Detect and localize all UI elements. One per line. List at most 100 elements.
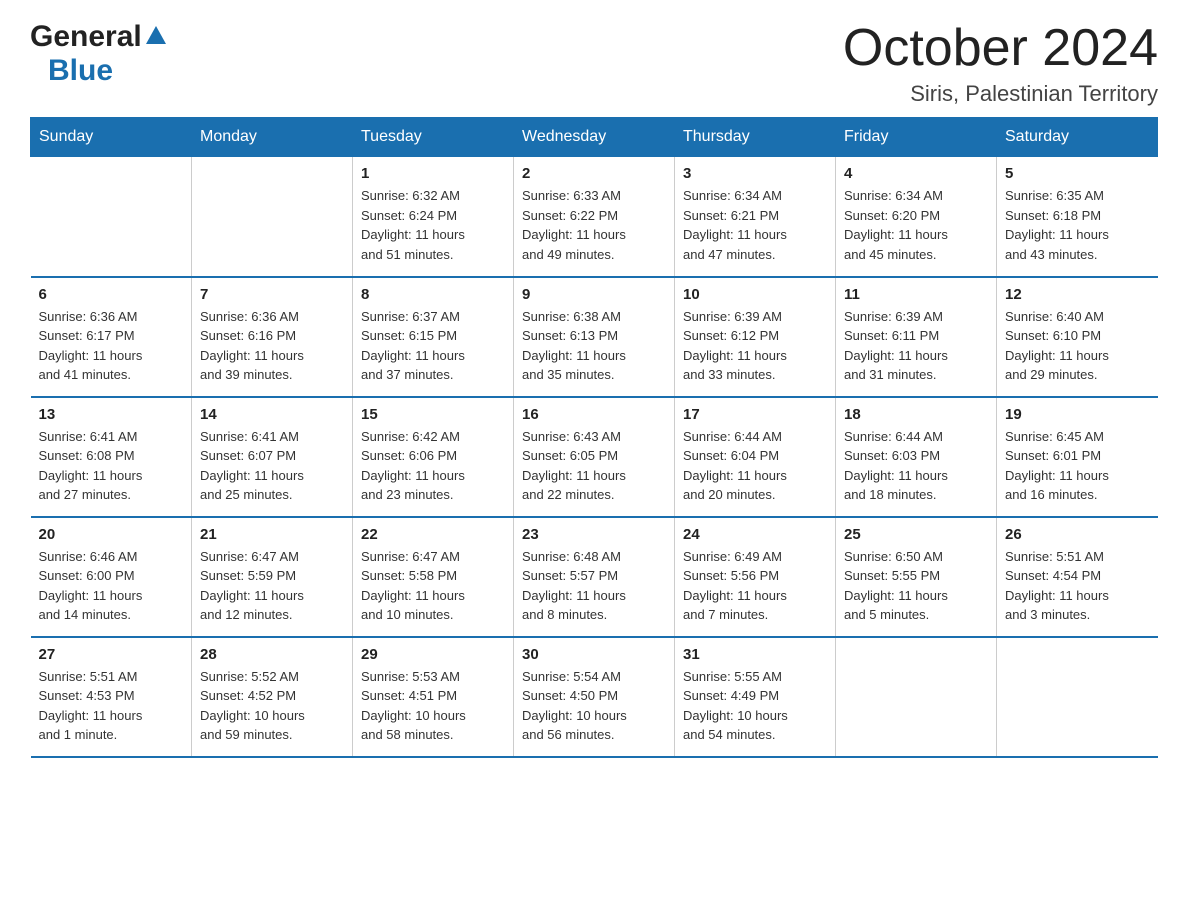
day-cell: 12Sunrise: 6:40 AMSunset: 6:10 PMDayligh… <box>997 277 1158 397</box>
day-cell: 2 Sunrise: 6:33 AMSunset: 6:22 PMDaylight… <box>514 157 675 277</box>
day-number: 1 <box>361 165 505 182</box>
day-cell: 22 Sunrise: 6:47 AMSunset: 5:58 PMDayligh… <box>353 517 514 637</box>
day-info: Sunrise: 6:50 AMSunset: 5:55 PMDaylight:… <box>844 547 988 625</box>
day-cell: 8 Sunrise: 6:37 AMSunset: 6:15 PMDaylight… <box>353 277 514 397</box>
day-cell: 11 Sunrise: 6:39 AMSunset: 6:11 PMDayligh… <box>836 277 997 397</box>
day-cell: 16Sunrise: 6:43 AMSunset: 6:05 PMDayligh… <box>514 397 675 517</box>
day-number: 6 <box>39 286 184 303</box>
day-cell: 4Sunrise: 6:34 AMSunset: 6:20 PMDaylight… <box>836 157 997 277</box>
day-cell: 29 Sunrise: 5:53 AMSunset: 4:51 PMDayligh… <box>353 637 514 757</box>
day-cell: 17 Sunrise: 6:44 AMSunset: 6:04 PMDayligh… <box>675 397 836 517</box>
day-number: 26 <box>1005 526 1150 543</box>
day-cell <box>192 157 353 277</box>
title-section: October 2024 Siris, Palestinian Territor… <box>843 20 1158 107</box>
logo-blue-text: Blue <box>48 54 113 88</box>
header-cell-tuesday: Tuesday <box>353 118 514 157</box>
day-info: Sunrise: 5:53 AMSunset: 4:51 PMDaylight:… <box>361 667 505 745</box>
header-cell-saturday: Saturday <box>997 118 1158 157</box>
calendar-table: SundayMondayTuesdayWednesdayThursdayFrid… <box>30 117 1158 758</box>
day-number: 22 <box>361 526 505 543</box>
day-number: 5 <box>1005 165 1150 182</box>
day-number: 11 <box>844 286 988 303</box>
day-cell <box>997 637 1158 757</box>
day-info: Sunrise: 5:54 AMSunset: 4:50 PMDaylight:… <box>522 667 666 745</box>
day-info: Sunrise: 6:34 AMSunset: 6:21 PMDaylight:… <box>683 186 827 264</box>
day-number: 8 <box>361 286 505 303</box>
header-row: SundayMondayTuesdayWednesdayThursdayFrid… <box>31 118 1158 157</box>
day-cell: 19 Sunrise: 6:45 AMSunset: 6:01 PMDayligh… <box>997 397 1158 517</box>
day-number: 23 <box>522 526 666 543</box>
logo-general-text: General <box>30 20 142 54</box>
day-info: Sunrise: 6:47 AMSunset: 5:59 PMDaylight:… <box>200 547 344 625</box>
day-cell: 28Sunrise: 5:52 AMSunset: 4:52 PMDayligh… <box>192 637 353 757</box>
day-info: Sunrise: 6:39 AMSunset: 6:11 PMDaylight:… <box>844 307 988 385</box>
location-title: Siris, Palestinian Territory <box>843 81 1158 107</box>
month-title: October 2024 <box>843 20 1158 77</box>
header-cell-friday: Friday <box>836 118 997 157</box>
week-row-1: 1 Sunrise: 6:32 AMSunset: 6:24 PMDaylight… <box>31 157 1158 277</box>
day-cell <box>31 157 192 277</box>
day-cell: 21Sunrise: 6:47 AMSunset: 5:59 PMDayligh… <box>192 517 353 637</box>
day-info: Sunrise: 6:38 AMSunset: 6:13 PMDaylight:… <box>522 307 666 385</box>
day-info: Sunrise: 6:47 AMSunset: 5:58 PMDaylight:… <box>361 547 505 625</box>
day-cell: 9 Sunrise: 6:38 AMSunset: 6:13 PMDaylight… <box>514 277 675 397</box>
day-cell: 6 Sunrise: 6:36 AMSunset: 6:17 PMDaylight… <box>31 277 192 397</box>
day-cell: 5 Sunrise: 6:35 AMSunset: 6:18 PMDaylight… <box>997 157 1158 277</box>
day-cell: 13 Sunrise: 6:41 AMSunset: 6:08 PMDayligh… <box>31 397 192 517</box>
day-cell: 15Sunrise: 6:42 AMSunset: 6:06 PMDayligh… <box>353 397 514 517</box>
day-info: Sunrise: 6:41 AMSunset: 6:08 PMDaylight:… <box>39 427 184 505</box>
logo-triangle-icon <box>146 26 166 44</box>
day-cell: 24Sunrise: 6:49 AMSunset: 5:56 PMDayligh… <box>675 517 836 637</box>
day-number: 17 <box>683 406 827 423</box>
day-number: 31 <box>683 646 827 663</box>
day-info: Sunrise: 6:41 AMSunset: 6:07 PMDaylight:… <box>200 427 344 505</box>
header-cell-thursday: Thursday <box>675 118 836 157</box>
day-info: Sunrise: 6:39 AMSunset: 6:12 PMDaylight:… <box>683 307 827 385</box>
day-number: 18 <box>844 406 988 423</box>
week-row-4: 20Sunrise: 6:46 AMSunset: 6:00 PMDayligh… <box>31 517 1158 637</box>
day-cell: 26Sunrise: 5:51 AMSunset: 4:54 PMDayligh… <box>997 517 1158 637</box>
page-header: General Blue October 2024 Siris, Palesti… <box>30 20 1158 107</box>
day-info: Sunrise: 5:52 AMSunset: 4:52 PMDaylight:… <box>200 667 344 745</box>
day-cell: 18 Sunrise: 6:44 AMSunset: 6:03 PMDayligh… <box>836 397 997 517</box>
day-info: Sunrise: 6:36 AMSunset: 6:17 PMDaylight:… <box>39 307 184 385</box>
week-row-5: 27Sunrise: 5:51 AMSunset: 4:53 PMDayligh… <box>31 637 1158 757</box>
day-info: Sunrise: 6:44 AMSunset: 6:04 PMDaylight:… <box>683 427 827 505</box>
day-info: Sunrise: 6:44 AMSunset: 6:03 PMDaylight:… <box>844 427 988 505</box>
day-number: 29 <box>361 646 505 663</box>
day-cell: 14 Sunrise: 6:41 AMSunset: 6:07 PMDayligh… <box>192 397 353 517</box>
day-cell: 3Sunrise: 6:34 AMSunset: 6:21 PMDaylight… <box>675 157 836 277</box>
week-row-2: 6 Sunrise: 6:36 AMSunset: 6:17 PMDaylight… <box>31 277 1158 397</box>
day-number: 10 <box>683 286 827 303</box>
header-cell-sunday: Sunday <box>31 118 192 157</box>
day-number: 4 <box>844 165 988 182</box>
day-cell: 25 Sunrise: 6:50 AMSunset: 5:55 PMDayligh… <box>836 517 997 637</box>
day-number: 2 <box>522 165 666 182</box>
day-number: 27 <box>39 646 184 663</box>
day-cell: 27Sunrise: 5:51 AMSunset: 4:53 PMDayligh… <box>31 637 192 757</box>
day-cell: 1 Sunrise: 6:32 AMSunset: 6:24 PMDaylight… <box>353 157 514 277</box>
day-info: Sunrise: 6:32 AMSunset: 6:24 PMDaylight:… <box>361 186 505 264</box>
day-number: 19 <box>1005 406 1150 423</box>
calendar-header: SundayMondayTuesdayWednesdayThursdayFrid… <box>31 118 1158 157</box>
calendar-body: 1 Sunrise: 6:32 AMSunset: 6:24 PMDaylight… <box>31 157 1158 757</box>
day-cell: 7 Sunrise: 6:36 AMSunset: 6:16 PMDaylight… <box>192 277 353 397</box>
day-number: 9 <box>522 286 666 303</box>
day-info: Sunrise: 6:45 AMSunset: 6:01 PMDaylight:… <box>1005 427 1150 505</box>
day-info: Sunrise: 6:37 AMSunset: 6:15 PMDaylight:… <box>361 307 505 385</box>
day-info: Sunrise: 6:33 AMSunset: 6:22 PMDaylight:… <box>522 186 666 264</box>
day-number: 14 <box>200 406 344 423</box>
day-info: Sunrise: 6:35 AMSunset: 6:18 PMDaylight:… <box>1005 186 1150 264</box>
day-cell: 31 Sunrise: 5:55 AMSunset: 4:49 PMDayligh… <box>675 637 836 757</box>
day-cell <box>836 637 997 757</box>
day-number: 30 <box>522 646 666 663</box>
day-number: 12 <box>1005 286 1150 303</box>
day-number: 7 <box>200 286 344 303</box>
week-row-3: 13 Sunrise: 6:41 AMSunset: 6:08 PMDayligh… <box>31 397 1158 517</box>
day-number: 25 <box>844 526 988 543</box>
header-cell-wednesday: Wednesday <box>514 118 675 157</box>
day-info: Sunrise: 6:36 AMSunset: 6:16 PMDaylight:… <box>200 307 344 385</box>
day-info: Sunrise: 5:55 AMSunset: 4:49 PMDaylight:… <box>683 667 827 745</box>
header-cell-monday: Monday <box>192 118 353 157</box>
day-number: 13 <box>39 406 184 423</box>
